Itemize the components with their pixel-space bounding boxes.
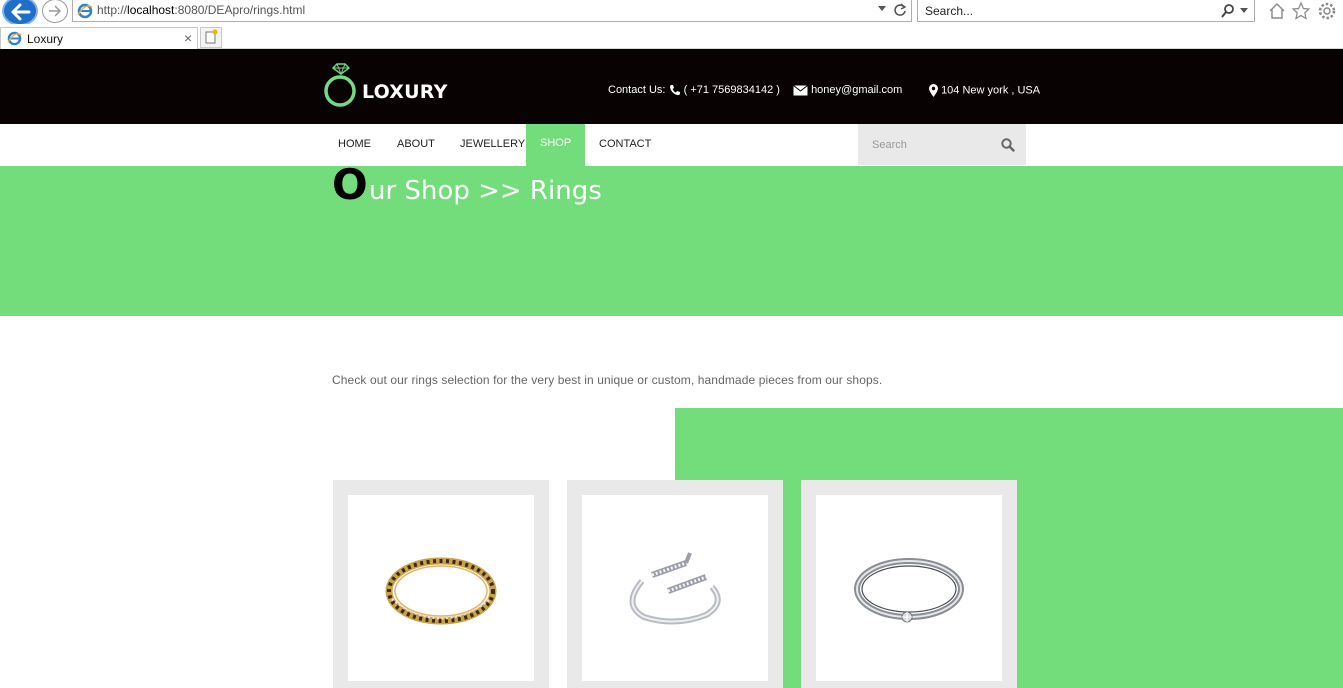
site-header: LOXURY Contact Us: ( +71 7569834142 ) ho… bbox=[0, 49, 1343, 124]
forward-button[interactable] bbox=[42, 0, 68, 23]
nav-about[interactable]: ABOUT bbox=[397, 124, 435, 166]
address-bar[interactable]: http://localhost:8080/DEApro/rings.html bbox=[72, 0, 912, 22]
contact-address: 104 New york , USA bbox=[929, 84, 1040, 97]
address-dropdown-icon[interactable] bbox=[878, 6, 886, 11]
main-nav: HOME ABOUT JEWELLERY SHOP CONTACT bbox=[0, 124, 1343, 166]
browser-toolbar: http://localhost:8080/DEApro/rings.html … bbox=[0, 0, 1343, 26]
url-path: :8080/DEApro/rings.html bbox=[174, 3, 306, 17]
contact-email: honey@gmail.com bbox=[793, 84, 902, 96]
search-icon[interactable] bbox=[1220, 3, 1236, 19]
tab-title: Loxury bbox=[27, 32, 64, 46]
product-card[interactable] bbox=[567, 480, 783, 688]
favorites-star-icon[interactable] bbox=[1291, 1, 1311, 21]
tab-close-icon[interactable]: × bbox=[184, 30, 192, 46]
browser-search-box[interactable]: Search... bbox=[917, 0, 1255, 22]
url-host: localhost bbox=[127, 3, 175, 17]
envelope-icon bbox=[793, 84, 808, 96]
contact-label: Contact Us: bbox=[608, 84, 666, 96]
back-button[interactable] bbox=[2, 0, 38, 26]
silver-bypass-ring-image bbox=[629, 552, 721, 625]
shop-intro-text: Check out our rings selection for the ve… bbox=[332, 373, 883, 387]
gear-icon[interactable] bbox=[1317, 1, 1337, 21]
address-text: 104 New york , USA bbox=[941, 84, 1041, 97]
tab-strip: Loxury × bbox=[0, 24, 1343, 49]
brand-name: LOXURY bbox=[362, 81, 448, 103]
product-card[interactable] bbox=[333, 480, 549, 688]
home-icon[interactable] bbox=[1267, 1, 1287, 21]
forward-arrow-icon bbox=[49, 5, 62, 17]
silver-solitaire-ring-image bbox=[854, 558, 964, 623]
ring-logo-icon bbox=[324, 63, 356, 107]
tab-loxury[interactable]: Loxury × bbox=[0, 27, 198, 49]
ie-tab-icon bbox=[7, 31, 22, 46]
site-search-input[interactable] bbox=[858, 124, 998, 165]
browser-search-placeholder[interactable]: Search... bbox=[925, 4, 973, 18]
page-banner: O ur Shop >> Rings bbox=[0, 160, 1343, 316]
product-image-gold-band[interactable] bbox=[348, 495, 534, 681]
phone-icon bbox=[669, 85, 680, 96]
product-image-silver-bypass[interactable] bbox=[582, 495, 768, 681]
search-dropdown-icon[interactable] bbox=[1240, 8, 1248, 13]
map-pin-icon bbox=[929, 84, 938, 97]
contact-phone: Contact Us: ( +71 7569834142 ) bbox=[608, 84, 780, 96]
nav-shop[interactable]: SHOP bbox=[526, 124, 586, 166]
title-drop-letter: O bbox=[332, 160, 368, 209]
nav-jewellery[interactable]: JEWELLERY bbox=[460, 124, 525, 166]
title-text: ur Shop >> Rings bbox=[369, 176, 602, 206]
nav-contact[interactable]: CONTACT bbox=[599, 124, 651, 166]
refresh-icon[interactable] bbox=[893, 3, 907, 17]
address-url[interactable]: http://localhost:8080/DEApro/rings.html bbox=[97, 3, 305, 17]
phone-number[interactable]: ( +71 7569834142 ) bbox=[684, 84, 780, 96]
product-card[interactable] bbox=[801, 480, 1017, 688]
search-icon[interactable] bbox=[1000, 137, 1016, 153]
ie-page-icon bbox=[77, 3, 93, 19]
new-tab-button[interactable] bbox=[200, 27, 222, 48]
site-search bbox=[858, 124, 1026, 165]
back-arrow-icon bbox=[11, 3, 31, 21]
gold-ring-image bbox=[385, 557, 497, 625]
new-tab-icon bbox=[205, 29, 218, 44]
product-image-silver-solitaire[interactable] bbox=[816, 495, 1002, 681]
email-address[interactable]: honey@gmail.com bbox=[811, 84, 902, 96]
url-prefix: http:// bbox=[97, 3, 128, 17]
brand-logo[interactable]: LOXURY bbox=[323, 63, 447, 113]
